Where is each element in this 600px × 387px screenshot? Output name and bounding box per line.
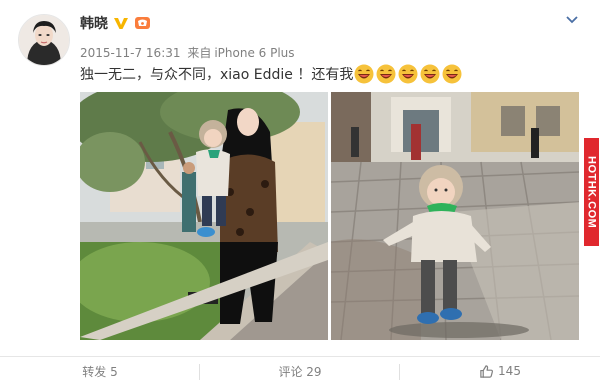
- emoji-row: [354, 64, 462, 84]
- footer-divider: [0, 356, 600, 357]
- like-count: 145: [498, 364, 521, 378]
- weibo-post-card: 韩晓 2015-11-7 16:31 来自 iPhone 6 Plus 独一无二，…: [0, 0, 600, 387]
- post-source[interactable]: iPhone 6 Plus: [214, 46, 294, 60]
- verified-v-icon: [113, 15, 129, 31]
- author-avatar[interactable]: [18, 14, 70, 66]
- repost-label: 转发 5: [82, 364, 118, 379]
- chevron-down-icon[interactable]: [564, 12, 580, 28]
- watermark-banner: HOTHK.COM: [584, 138, 599, 246]
- avatar-image: [19, 15, 69, 65]
- thumbs-up-icon: [479, 364, 494, 379]
- like-button[interactable]: 145: [400, 358, 600, 384]
- watermark-text: HOTHK.COM: [585, 155, 598, 229]
- vip-badge-icon[interactable]: [134, 15, 151, 31]
- laughing-face-icon: [398, 64, 418, 84]
- photo-child-walking: [331, 92, 579, 340]
- post-timestamp[interactable]: 2015-11-7 16:31: [80, 46, 181, 60]
- post-text-line: 独一无二，与众不同，xiao Eddie ！还有我: [80, 64, 462, 84]
- comment-label: 评论 29: [278, 364, 322, 379]
- post-meta: 2015-11-7 16:31 来自 iPhone 6 Plus: [80, 44, 298, 61]
- laughing-face-icon: [420, 64, 440, 84]
- post-text: 独一无二，与众不同，xiao Eddie ！还有我: [80, 67, 354, 83]
- laughing-face-icon: [354, 64, 374, 84]
- repost-button[interactable]: 转发 5: [0, 358, 200, 384]
- laughing-face-icon: [442, 64, 462, 84]
- laughing-face-icon: [376, 64, 396, 84]
- post-photo-1[interactable]: [80, 92, 328, 340]
- author-name[interactable]: 韩晓: [80, 13, 108, 33]
- post-photo-2[interactable]: [331, 92, 579, 340]
- comment-button[interactable]: 评论 29: [200, 358, 400, 384]
- photo-mother-child: [80, 92, 328, 340]
- author-line: 韩晓: [80, 13, 151, 33]
- source-prefix: 来自: [187, 46, 212, 60]
